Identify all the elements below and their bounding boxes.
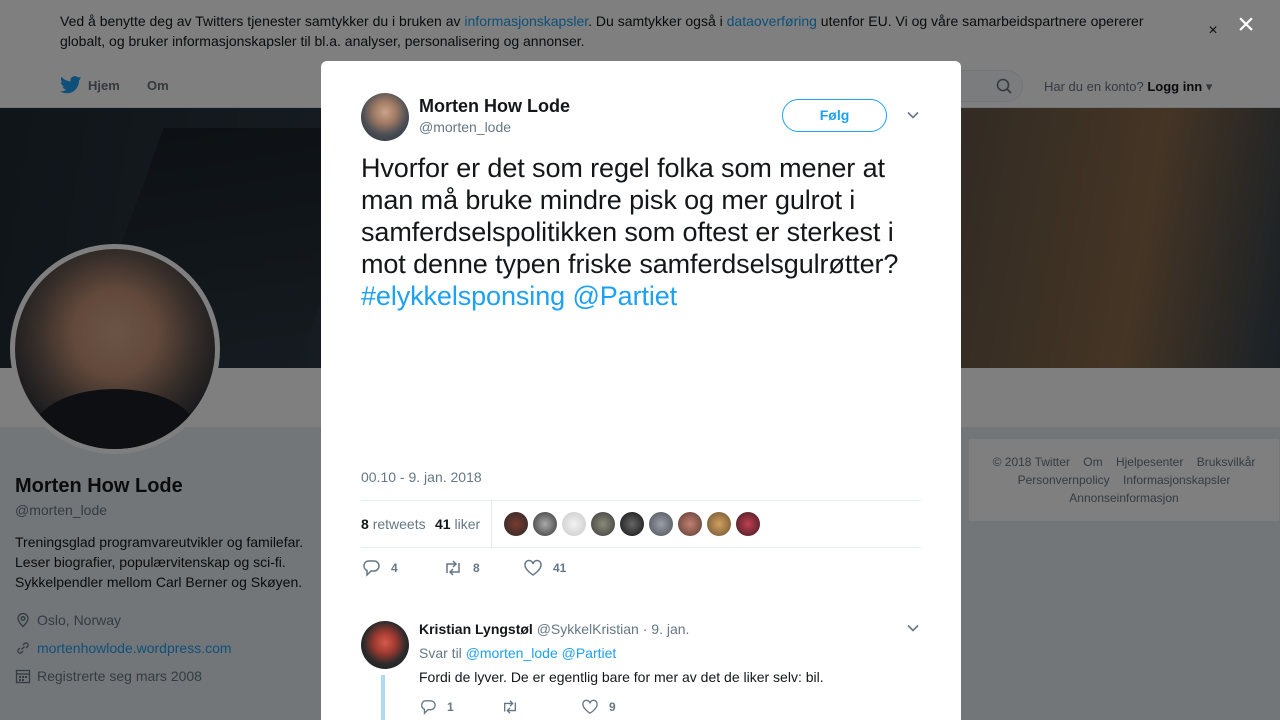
liker-avatar[interactable] bbox=[707, 512, 731, 536]
reply-date[interactable]: · 9. jan. bbox=[643, 621, 690, 637]
heart-icon bbox=[524, 559, 542, 576]
reply-button[interactable]: 4 bbox=[361, 559, 398, 577]
reply-like-count: 9 bbox=[609, 700, 616, 714]
reply-text: Fordi de lyver. De er egentlig bare for … bbox=[419, 669, 824, 685]
reply-icon bbox=[363, 560, 380, 577]
liker-avatar[interactable] bbox=[562, 512, 586, 536]
tweet-author-name[interactable]: Morten How Lode bbox=[419, 96, 570, 117]
liker-avatars bbox=[504, 512, 760, 536]
like-count: 41 bbox=[435, 516, 451, 532]
reply-header: Kristian Lyngstøl @SykkelKristian · 9. j… bbox=[419, 621, 689, 637]
tweet-text: Hvorfor er det som regel folka som mener… bbox=[361, 152, 926, 312]
tweet-actions: 4 8 41 bbox=[361, 559, 921, 579]
reply-reply-count: 1 bbox=[447, 700, 454, 714]
reply-to-mention[interactable]: @morten_lode bbox=[466, 645, 558, 661]
retweet-stat[interactable]: 8 retweets bbox=[361, 516, 426, 532]
reply-author-avatar[interactable] bbox=[361, 621, 409, 669]
tweet-header: Morten How Lode @morten_lode Følg bbox=[361, 93, 921, 141]
modal-close-button[interactable]: × bbox=[1234, 10, 1258, 40]
reply-count: 4 bbox=[391, 561, 398, 575]
chevron-down-icon[interactable] bbox=[906, 108, 920, 122]
heart-icon bbox=[582, 699, 598, 715]
reply-icon bbox=[421, 700, 436, 715]
like-action-count: 41 bbox=[553, 561, 567, 575]
reply-reply-button[interactable]: 1 bbox=[419, 699, 454, 715]
retweet-icon bbox=[504, 700, 516, 714]
reply-to-mention[interactable]: @Partiet bbox=[562, 645, 617, 661]
follow-button[interactable]: Følg bbox=[782, 99, 887, 132]
liker-avatar[interactable] bbox=[620, 512, 644, 536]
like-stat[interactable]: 41 liker bbox=[435, 516, 480, 532]
retweet-action-count: 8 bbox=[473, 561, 480, 575]
retweet-button[interactable]: 8 bbox=[443, 559, 480, 577]
tweet-modal: Morten How Lode @morten_lode Følg Hvorfo… bbox=[321, 61, 961, 720]
like-label: liker bbox=[454, 516, 481, 532]
reply-like-button[interactable]: 9 bbox=[581, 699, 616, 715]
retweet-label: retweets bbox=[372, 516, 426, 532]
chevron-down-icon[interactable] bbox=[906, 621, 920, 635]
reply-to-label: Svar til bbox=[419, 645, 462, 661]
reply-to-line: Svar til @morten_lode @Partiet bbox=[419, 645, 616, 661]
reply-author-handle[interactable]: @SykkelKristian bbox=[537, 621, 639, 637]
hashtag-link[interactable]: #elykkelsponsing bbox=[361, 281, 565, 311]
tweet-author-handle[interactable]: @morten_lode bbox=[419, 119, 511, 135]
reply-retweet-button[interactable] bbox=[501, 699, 519, 715]
tweet-body: Hvorfor er det som regel folka som mener… bbox=[361, 153, 899, 279]
liker-avatar[interactable] bbox=[649, 512, 673, 536]
thread-line bbox=[381, 675, 385, 720]
reply-actions: 1 9 bbox=[419, 699, 719, 715]
retweet-icon bbox=[446, 560, 460, 576]
tweet-author-avatar[interactable] bbox=[361, 93, 409, 141]
reply-tweet[interactable]: Kristian Lyngstøl @SykkelKristian · 9. j… bbox=[361, 619, 921, 720]
tweet-stats: 8 retweets 41 liker bbox=[361, 500, 921, 548]
mention-link[interactable]: @Partiet bbox=[572, 281, 677, 311]
stats-divider bbox=[491, 501, 492, 547]
retweet-count: 8 bbox=[361, 516, 369, 532]
liker-avatar[interactable] bbox=[678, 512, 702, 536]
reply-author-name[interactable]: Kristian Lyngstøl bbox=[419, 621, 533, 637]
liker-avatar[interactable] bbox=[736, 512, 760, 536]
like-button[interactable]: 41 bbox=[523, 559, 566, 577]
tweet-timestamp[interactable]: 00.10 - 9. jan. 2018 bbox=[361, 469, 482, 485]
liker-avatar[interactable] bbox=[504, 512, 528, 536]
liker-avatar[interactable] bbox=[533, 512, 557, 536]
liker-avatar[interactable] bbox=[591, 512, 615, 536]
